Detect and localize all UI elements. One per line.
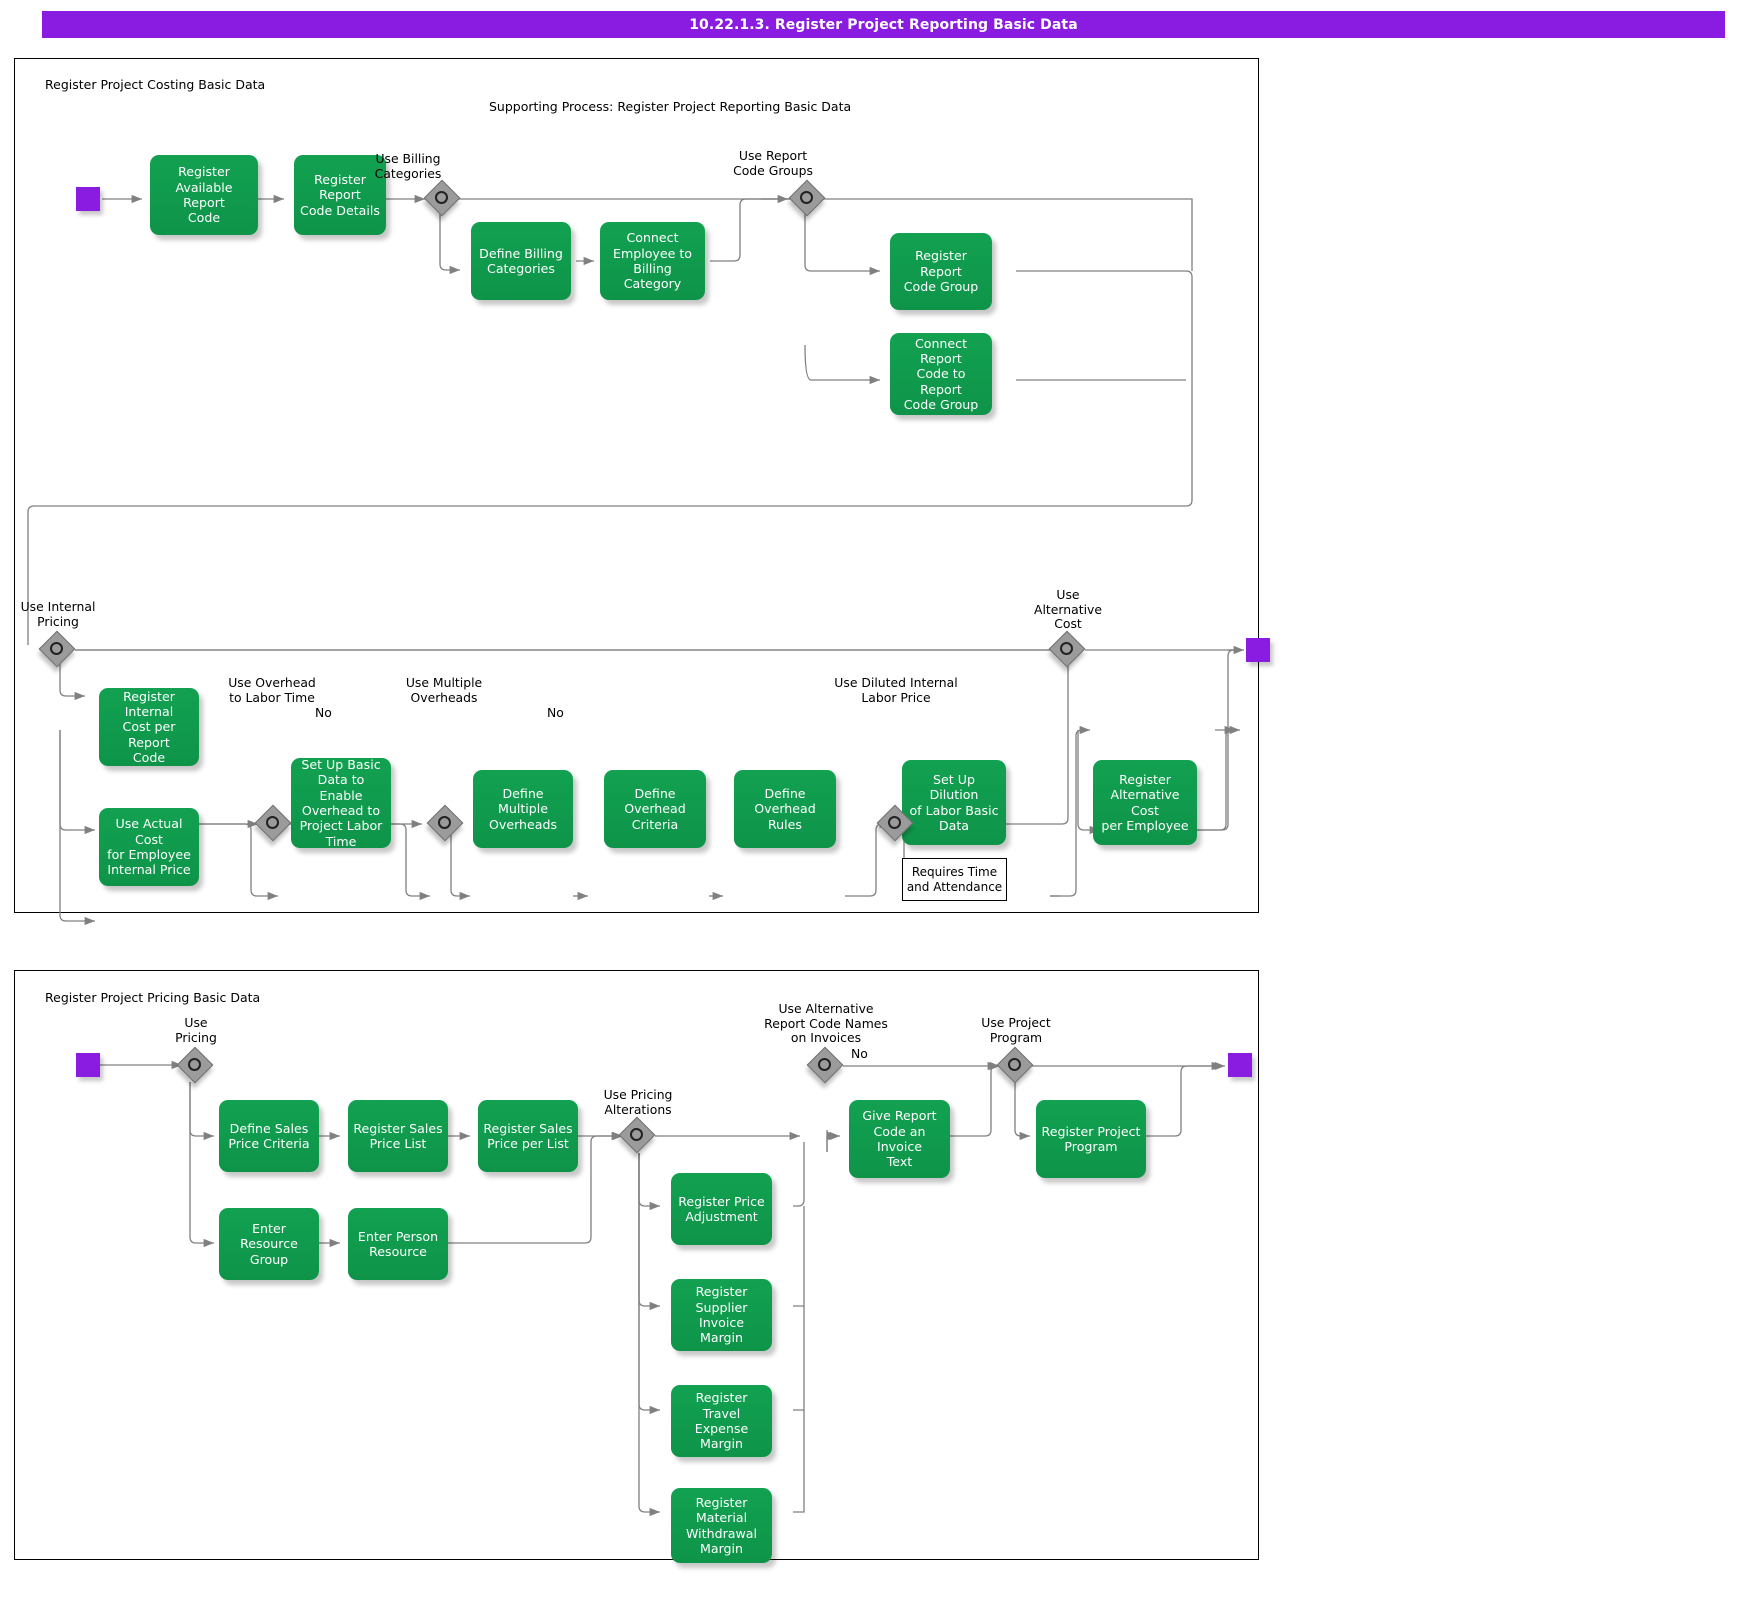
gateway-label-use-billing-categories: Use Billing Categories bbox=[374, 151, 442, 181]
gateway-label-use-report-code-groups: Use Report Code Groups bbox=[733, 148, 813, 178]
task-connect-employee-to-billing-category[interactable]: Connect Employee to Billing Category bbox=[600, 222, 705, 300]
gateway-label-use-internal-pricing: Use Internal Pricing bbox=[20, 599, 96, 629]
gateway-use-report-code-groups[interactable] bbox=[788, 179, 826, 217]
gateway-use-pricing-alterations[interactable] bbox=[618, 1116, 656, 1154]
task-register-price-adjustment[interactable]: Register Price Adjustment bbox=[671, 1173, 772, 1245]
task-define-billing-categories[interactable]: Define Billing Categories bbox=[471, 222, 571, 300]
end-event-pricing bbox=[1228, 1053, 1252, 1077]
edge-label-no-overhead: No bbox=[315, 705, 332, 720]
task-register-alternative-cost-per-employee[interactable]: Register Alternative Cost per Employee bbox=[1093, 760, 1197, 845]
pool-costing-label: Register Project Costing Basic Data bbox=[45, 77, 266, 92]
task-register-material-withdrawal-margin[interactable]: Register Material Withdrawal Margin bbox=[671, 1488, 772, 1563]
task-label: Register Report Code Details bbox=[300, 171, 380, 218]
gateway-ring-icon bbox=[265, 815, 279, 829]
task-define-multiple-overheads[interactable]: Define Multiple Overheads bbox=[473, 770, 573, 848]
gateway-use-billing-categories[interactable] bbox=[423, 179, 461, 217]
gateway-use-pricing[interactable] bbox=[176, 1046, 214, 1084]
task-define-overhead-rules[interactable]: Define Overhead Rules bbox=[734, 770, 836, 848]
task-register-internal-cost-per-report-code[interactable]: Register Internal Cost per Report Code bbox=[99, 688, 199, 766]
task-label: Define Sales Price Criteria bbox=[228, 1120, 310, 1151]
task-register-sales-price-per-list[interactable]: Register Sales Price per List bbox=[478, 1100, 578, 1172]
gateway-ring-icon bbox=[437, 815, 451, 829]
task-set-up-dilution-of-labor-basic-data[interactable]: Set Up Dilution of Labor Basic Data bbox=[902, 760, 1006, 845]
task-connect-report-code-to-report-code-group[interactable]: Connect Report Code to Report Code Group bbox=[890, 333, 992, 415]
note-requires-time-and-attendance: Requires Time and Attendance bbox=[902, 858, 1007, 901]
gateway-use-overhead-to-labor-time[interactable] bbox=[254, 804, 292, 842]
gateway-label-use-pricing: Use Pricing bbox=[175, 1015, 217, 1045]
gateway-use-internal-pricing[interactable] bbox=[38, 630, 76, 668]
task-label: Define Multiple Overheads bbox=[488, 785, 558, 832]
task-register-available-report-code[interactable]: Register Available Report Code bbox=[150, 155, 258, 235]
task-label: Define Billing Categories bbox=[479, 245, 563, 276]
task-define-sales-price-criteria[interactable]: Define Sales Price Criteria bbox=[219, 1100, 319, 1172]
gateway-ring-icon bbox=[817, 1057, 831, 1071]
task-set-up-basic-data-to-enable-overhead[interactable]: Set Up Basic Data to Enable Overhead to Pro… bbox=[291, 756, 391, 849]
gateway-ring-icon bbox=[799, 190, 813, 204]
task-register-project-program[interactable]: Register Project Program bbox=[1036, 1100, 1146, 1178]
gateway-label-use-project-program: Use Project Program bbox=[981, 1015, 1051, 1045]
task-label: Register Report Code Group bbox=[903, 248, 979, 295]
task-label: Register Project Program bbox=[1041, 1123, 1141, 1154]
task-label: Register Sales Price per List bbox=[483, 1120, 573, 1151]
task-give-report-code-an-invoice-text[interactable]: Give Report Code an Invoice Text bbox=[849, 1100, 950, 1178]
page-title: 10.22.1.3. Register Project Reporting Ba… bbox=[42, 11, 1725, 38]
task-label: Register Travel Expense Margin bbox=[694, 1390, 749, 1452]
task-label: Register Supplier Invoice Margin bbox=[695, 1284, 748, 1346]
task-label: Connect Employee to Billing Category bbox=[612, 230, 693, 292]
task-label: Define Overhead Criteria bbox=[624, 785, 686, 832]
gateway-ring-icon bbox=[49, 641, 63, 655]
task-register-report-code-group[interactable]: Register Report Code Group bbox=[890, 233, 992, 310]
pool-pricing-label: Register Project Pricing Basic Data bbox=[45, 990, 261, 1005]
task-label: Register Alternative Cost per Employee bbox=[1101, 771, 1189, 833]
gateway-use-alternative-report-code-names-on-invoices[interactable] bbox=[806, 1046, 844, 1084]
gateway-ring-icon bbox=[629, 1127, 643, 1141]
task-label: Give Report Code an Invoice Text bbox=[862, 1108, 937, 1170]
gateway-use-diluted-internal-labor-price[interactable] bbox=[876, 804, 914, 842]
task-enter-resource-group[interactable]: Enter Resource Group bbox=[219, 1208, 319, 1280]
start-event-pricing bbox=[76, 1053, 100, 1077]
task-label: Register Internal Cost per Report Code bbox=[122, 688, 176, 766]
gateway-use-multiple-overheads[interactable] bbox=[426, 804, 464, 842]
task-label: Enter Resource Group bbox=[240, 1220, 298, 1267]
task-label: Define Overhead Rules bbox=[754, 785, 816, 832]
end-event-costing bbox=[1246, 638, 1270, 662]
gateway-use-project-program[interactable] bbox=[996, 1046, 1034, 1084]
task-label: Register Sales Price List bbox=[353, 1120, 443, 1151]
gateway-label-use-alternative-report-code-names: Use Alternative Report Code Names on Invoi… bbox=[764, 1001, 888, 1045]
gateway-ring-icon bbox=[187, 1057, 201, 1071]
gateway-ring-icon bbox=[1059, 641, 1073, 655]
task-use-actual-cost-for-employee-internal-price[interactable]: Use Actual Cost for Employee Internal Pric… bbox=[99, 808, 199, 886]
note-text: Requires Time and Attendance bbox=[906, 864, 1003, 894]
edge-label-no-alt-report-code-names: No bbox=[851, 1046, 868, 1061]
gateway-label-use-alternative-cost: Use Alternative Cost bbox=[1034, 587, 1102, 631]
task-define-overhead-criteria[interactable]: Define Overhead Criteria bbox=[604, 770, 706, 848]
task-label: Register Available Report Code bbox=[175, 164, 233, 226]
task-label: Set Up Basic Data to Enable Overhead to Pro… bbox=[299, 756, 383, 849]
task-enter-person-resource[interactable]: Enter Person Resource bbox=[348, 1208, 448, 1280]
task-label: Set Up Dilution of Labor Basic Data bbox=[909, 771, 999, 833]
task-label: Use Actual Cost for Employee Internal Pric… bbox=[107, 816, 191, 878]
gateway-label-use-diluted-internal-labor-price: Use Diluted Internal Labor Price bbox=[834, 675, 958, 705]
gateway-use-alternative-cost[interactable] bbox=[1048, 630, 1086, 668]
gateway-ring-icon bbox=[887, 815, 901, 829]
task-label: Connect Report Code to Report Code Group bbox=[903, 335, 979, 413]
task-register-sales-price-list[interactable]: Register Sales Price List bbox=[348, 1100, 448, 1172]
start-event-costing bbox=[76, 187, 100, 211]
gateway-ring-icon bbox=[1007, 1057, 1021, 1071]
gateway-ring-icon bbox=[434, 190, 448, 204]
task-register-travel-expense-margin[interactable]: Register Travel Expense Margin bbox=[671, 1385, 772, 1457]
task-label: Register Material Withdrawal Margin bbox=[686, 1494, 757, 1556]
task-register-report-code-details[interactable]: Register Report Code Details bbox=[294, 155, 386, 235]
diagram-canvas: 10.22.1.3. Register Project Reporting Ba… bbox=[0, 0, 1761, 1600]
gateway-label-use-overhead-to-labor-time: Use Overhead to Labor Time bbox=[228, 675, 316, 705]
task-label: Register Price Adjustment bbox=[678, 1193, 765, 1224]
supporting-process-subtitle: Supporting Process: Register Project Rep… bbox=[489, 99, 852, 114]
task-label: Enter Person Resource bbox=[357, 1228, 439, 1259]
task-register-supplier-invoice-margin[interactable]: Register Supplier Invoice Margin bbox=[671, 1279, 772, 1351]
edge-label-no-multiple-overheads: No bbox=[547, 705, 564, 720]
gateway-label-use-pricing-alterations: Use Pricing Alterations bbox=[603, 1087, 673, 1117]
gateway-label-use-multiple-overheads: Use Multiple Overheads bbox=[405, 675, 483, 705]
